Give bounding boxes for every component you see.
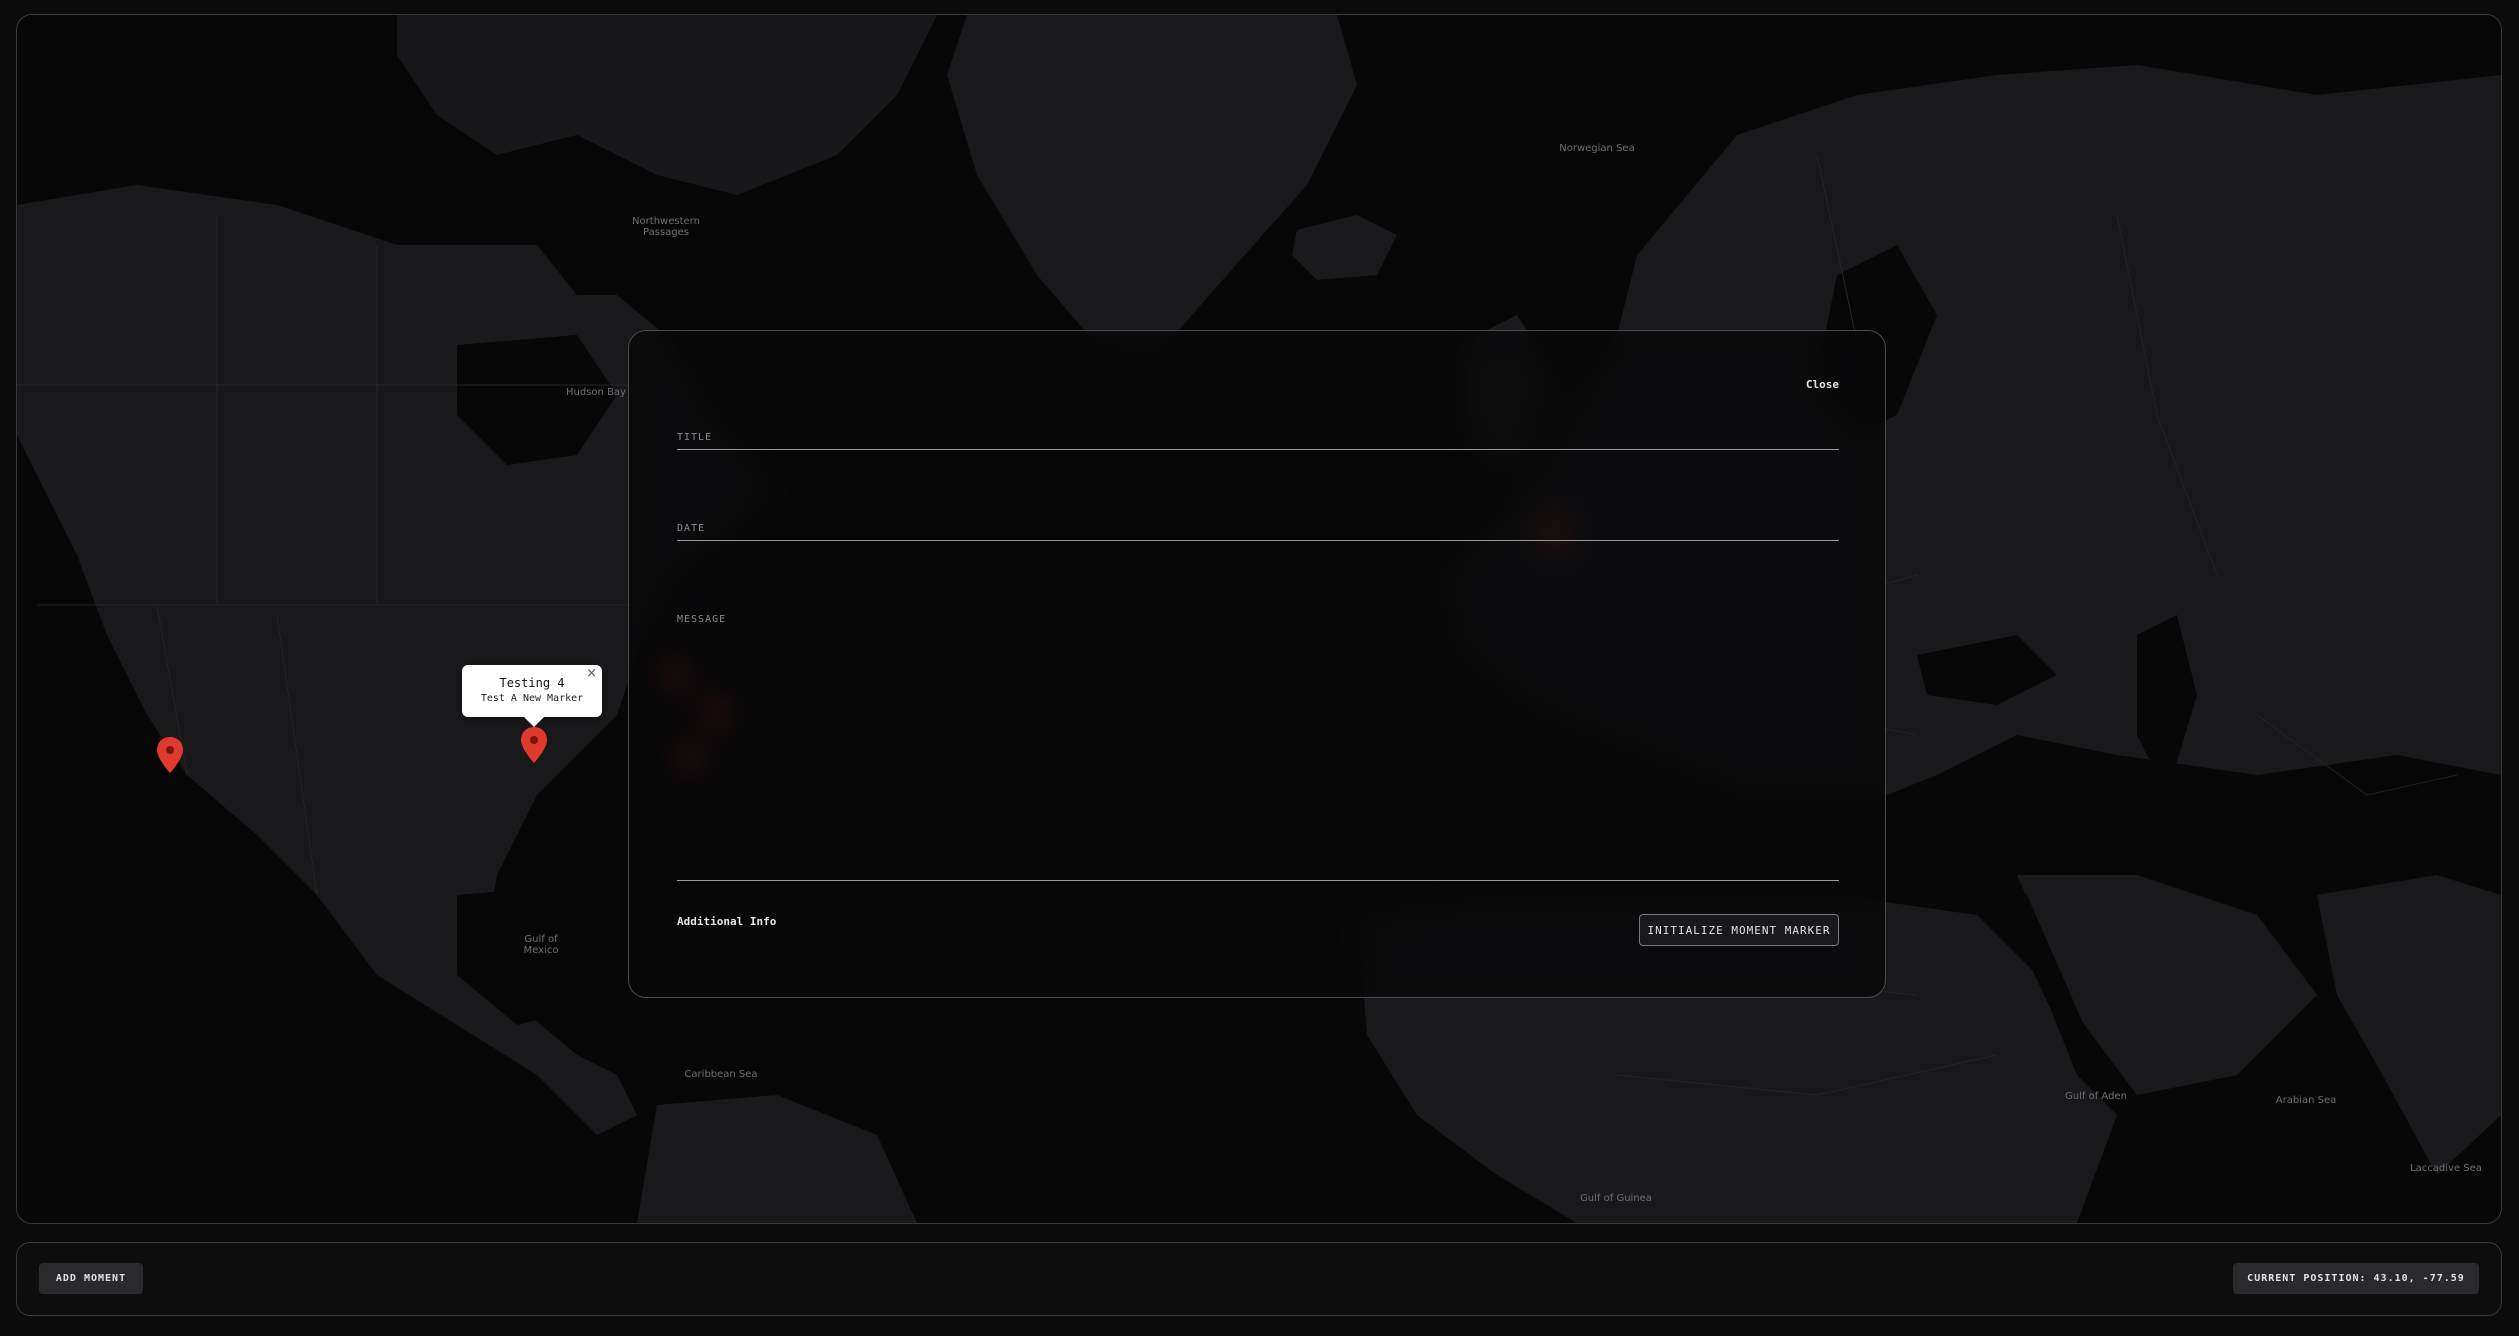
- date-underline: [677, 540, 1839, 541]
- additional-info-toggle[interactable]: Additional Info: [677, 915, 776, 928]
- add-moment-modal: Close TITLE DATE MESSAGE Additional Info…: [628, 330, 1886, 998]
- map-label-arabian-sea: Arabian Sea: [2275, 1095, 2337, 1106]
- bottom-toolbar: ADD MOMENT CURRENT POSITION: 43.10, -77.…: [16, 1242, 2502, 1316]
- popup-title: Testing 4: [499, 676, 565, 690]
- current-position-readout: CURRENT POSITION: 43.10, -77.59: [2233, 1263, 2479, 1294]
- map-label-gulf-of-aden: Gulf of Aden: [2065, 1091, 2127, 1102]
- map-label-gulf-of-mexico: Gulf of Mexico: [523, 934, 559, 956]
- title-underline: [677, 449, 1839, 450]
- map-label-gulf-of-guinea: Gulf of Guinea: [1580, 1193, 1652, 1204]
- message-field[interactable]: MESSAGE: [677, 614, 726, 625]
- map-label-norwegian-sea: Norwegian Sea: [1559, 143, 1635, 154]
- message-underline: [677, 880, 1839, 881]
- map-label-caribbean-sea: Caribbean Sea: [684, 1069, 758, 1080]
- marker-popup: × Testing 4 Test A New Marker: [462, 665, 602, 727]
- modal-close-button[interactable]: Close: [1806, 378, 1839, 391]
- map-marker[interactable]: [521, 727, 547, 763]
- map-marker[interactable]: [157, 737, 183, 773]
- popup-subtitle: Test A New Marker: [480, 693, 584, 704]
- initialize-moment-marker-button[interactable]: INITIALIZE MOMENT MARKER: [1639, 914, 1839, 946]
- map-label-laccadive-sea: Laccadive Sea: [2410, 1163, 2482, 1174]
- date-field[interactable]: DATE: [677, 523, 705, 534]
- add-moment-button[interactable]: ADD MOMENT: [39, 1263, 143, 1294]
- title-field[interactable]: TITLE: [677, 432, 712, 443]
- map-label-northwestern-passages: Northwestern Passages: [632, 216, 700, 238]
